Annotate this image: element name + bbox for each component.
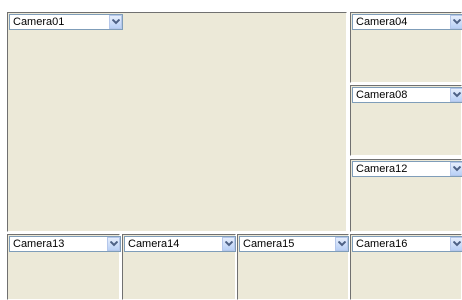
camera-pane-08[interactable]: Camera08 — [350, 85, 462, 156]
chevron-down-icon — [453, 166, 461, 172]
dropdown-button[interactable] — [450, 162, 462, 176]
camera-select-04[interactable]: Camera04 — [352, 14, 462, 30]
camera-select-label: Camera13 — [13, 238, 65, 250]
chevron-down-icon — [453, 92, 461, 98]
dropdown-button[interactable] — [450, 88, 462, 102]
dropdown-button[interactable] — [335, 237, 348, 251]
camera-select-16[interactable]: Camera16 — [352, 236, 462, 252]
camera-pane-16[interactable]: Camera16 — [350, 234, 462, 300]
camera-select-label: Camera04 — [356, 16, 408, 28]
camera-select-label: Camera08 — [356, 89, 408, 101]
chevron-down-icon — [112, 19, 120, 25]
dropdown-button[interactable] — [109, 15, 122, 29]
chevron-down-icon — [453, 19, 461, 25]
camera-select-13[interactable]: Camera13 — [9, 236, 121, 252]
camera-pane-main[interactable]: Camera01 — [7, 12, 347, 232]
camera-select-label: Camera14 — [128, 238, 180, 250]
camera-pane-15[interactable]: Camera15 — [237, 234, 349, 300]
camera-select-label: Camera01 — [13, 16, 65, 28]
camera-grid: Camera01 Camera04 Camera08 Camera12 Came… — [0, 0, 462, 300]
camera-select-12[interactable]: Camera12 — [352, 161, 462, 177]
dropdown-button[interactable] — [222, 237, 235, 251]
dropdown-button[interactable] — [107, 237, 120, 251]
camera-pane-14[interactable]: Camera14 — [122, 234, 236, 300]
chevron-down-icon — [338, 241, 346, 247]
camera-select-01[interactable]: Camera01 — [9, 14, 123, 30]
camera-select-label: Camera12 — [356, 163, 408, 175]
chevron-down-icon — [110, 241, 118, 247]
camera-pane-04[interactable]: Camera04 — [350, 12, 462, 83]
camera-select-label: Camera15 — [243, 238, 295, 250]
camera-pane-13[interactable]: Camera13 — [7, 234, 121, 300]
camera-select-14[interactable]: Camera14 — [124, 236, 236, 252]
camera-select-08[interactable]: Camera08 — [352, 87, 462, 103]
chevron-down-icon — [453, 241, 461, 247]
chevron-down-icon — [225, 241, 233, 247]
camera-select-label: Camera16 — [356, 238, 408, 250]
camera-select-15[interactable]: Camera15 — [239, 236, 349, 252]
dropdown-button[interactable] — [450, 15, 462, 29]
dropdown-button[interactable] — [450, 237, 462, 251]
camera-pane-12[interactable]: Camera12 — [350, 159, 462, 232]
